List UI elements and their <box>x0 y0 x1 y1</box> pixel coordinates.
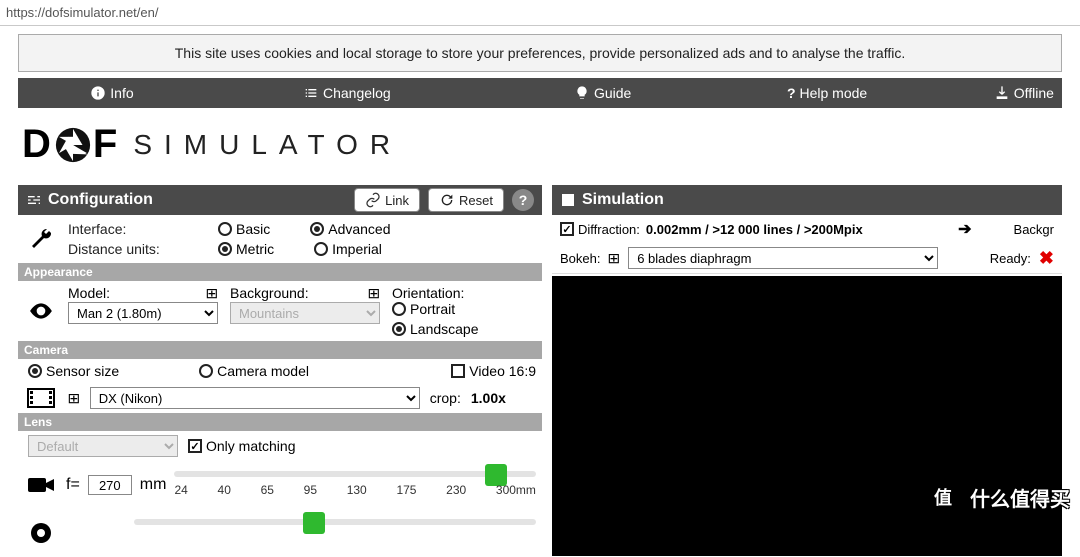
aperture-slider[interactable] <box>134 513 536 553</box>
arrow-right-icon[interactable]: ➔ <box>958 219 971 239</box>
aperture-small-icon <box>24 521 58 545</box>
logo-mark: D F <box>22 122 119 167</box>
distance-label: Distance units: <box>68 241 178 257</box>
ready-label: Ready: <box>990 251 1031 266</box>
watermark-text: 什么值得买 <box>970 483 1070 512</box>
crop-label: crop: <box>430 390 461 406</box>
distance-imperial-radio[interactable]: Imperial <box>314 241 382 257</box>
wrench-icon <box>24 227 58 251</box>
eye-icon <box>24 298 58 324</box>
url-text: https://dofsimulator.net/en/ <box>6 5 158 20</box>
f-unit: mm <box>140 476 167 494</box>
interface-basic-radio[interactable]: Basic <box>218 221 270 237</box>
diffraction-checkbox[interactable]: Diffraction: <box>560 222 640 237</box>
sliders-icon <box>26 192 42 208</box>
logo-word: SIMULATOR <box>133 129 402 161</box>
image-icon <box>560 192 576 208</box>
model-select[interactable]: Man 2 (1.80m) <box>68 302 218 324</box>
lens-select: Default <box>28 435 178 457</box>
logo-row: D F SIMULATOR <box>18 108 1062 185</box>
film-icon <box>24 388 58 408</box>
list-icon <box>303 85 319 101</box>
f-label: f= <box>66 476 80 494</box>
cookie-notice: This site uses cookies and local storage… <box>18 34 1062 72</box>
orientation-portrait-radio[interactable]: Portrait <box>392 301 455 317</box>
info-icon <box>90 85 106 101</box>
sensor-size-radio[interactable]: Sensor size <box>28 363 119 379</box>
camera-section-label: Camera <box>18 341 542 359</box>
link-icon <box>365 192 381 208</box>
background-select: Mountains <box>230 302 380 324</box>
orientation-landscape-radio[interactable]: Landscape <box>392 321 479 337</box>
grid-icon[interactable]: ⊞ <box>67 390 80 407</box>
nav-help-mode[interactable]: ?Help mode <box>787 85 867 101</box>
ready-status-x-icon: ✖ <box>1039 248 1054 269</box>
diffraction-value: 0.002mm / >12 000 lines / >200Mpix <box>646 222 863 237</box>
appearance-section-label: Appearance <box>18 263 542 281</box>
reset-button[interactable]: Reset <box>428 188 504 212</box>
background-label: Background: <box>230 285 309 302</box>
focal-length-input[interactable] <box>88 475 132 495</box>
help-button[interactable]: ? <box>512 189 534 211</box>
distance-metric-radio[interactable]: Metric <box>218 241 274 257</box>
link-button[interactable]: Link <box>354 188 420 212</box>
camera-model-radio[interactable]: Camera model <box>199 363 309 379</box>
orientation-label: Orientation: <box>392 285 479 301</box>
simulation-header: Simulation <box>552 185 1062 215</box>
interface-advanced-radio[interactable]: Advanced <box>310 221 390 237</box>
focal-length-slider[interactable]: 24 40 65 95 130 175 230 300mm <box>174 465 536 505</box>
refresh-icon <box>439 192 455 208</box>
top-nav: Info Changelog Guide ?Help mode Offline <box>18 78 1062 108</box>
nav-info[interactable]: Info <box>90 85 133 101</box>
video-checkbox[interactable]: Video 16:9 <box>451 363 536 379</box>
grid-icon[interactable]: ⊞ <box>368 285 381 302</box>
bokeh-label: Bokeh: <box>560 251 600 266</box>
aperture-icon <box>54 126 92 164</box>
watermark-badge: 值 <box>924 478 962 516</box>
nav-changelog[interactable]: Changelog <box>303 85 391 101</box>
interface-label: Interface: <box>68 221 178 237</box>
bulb-icon <box>574 85 590 101</box>
browser-url-bar[interactable]: https://dofsimulator.net/en/ <box>0 0 1080 26</box>
download-icon <box>994 85 1010 101</box>
lens-section-label: Lens <box>18 413 542 431</box>
nav-offline[interactable]: Offline <box>994 85 1054 101</box>
sensor-select[interactable]: DX (Nikon) <box>90 387 420 409</box>
background-peek: Backgr <box>1014 222 1054 237</box>
config-header: Configuration Link Reset ? <box>18 185 542 215</box>
watermark: 值 什么值得买 <box>924 478 1070 516</box>
bokeh-select[interactable]: 6 blades diaphragm <box>628 247 938 269</box>
grid-icon[interactable]: ⊞ <box>206 285 219 302</box>
camcorder-icon <box>24 475 58 495</box>
model-label: Model: <box>68 285 110 302</box>
crop-value: 1.00x <box>471 390 506 406</box>
grid-icon[interactable]: ⊞ <box>608 250 621 267</box>
question-icon: ? <box>787 85 796 101</box>
nav-guide[interactable]: Guide <box>574 85 631 101</box>
only-matching-checkbox[interactable]: Only matching <box>188 438 295 454</box>
